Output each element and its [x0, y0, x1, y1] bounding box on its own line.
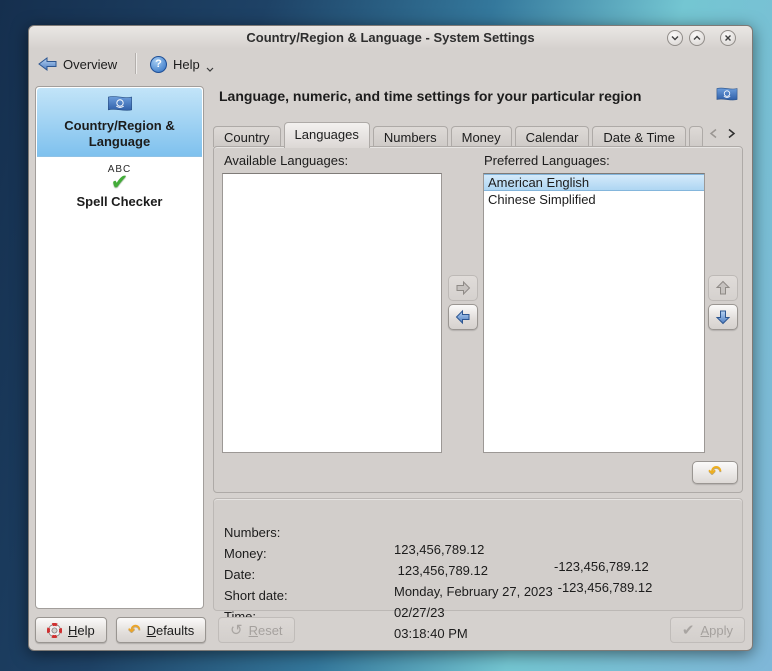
toolbar-separator [135, 53, 137, 74]
example-row: Date: Monday, February 27, 2023 [214, 549, 742, 566]
chevron-left-icon [709, 128, 718, 139]
defaults-button[interactable]: ↶ Defaults [116, 617, 206, 643]
reset-icon: ↺ [230, 623, 243, 638]
overview-label: Overview [63, 57, 117, 72]
close-icon [723, 33, 733, 43]
titlebar[interactable]: Country/Region & Language - System Setti… [29, 26, 752, 49]
check-icon: ✔ [37, 173, 202, 193]
arrow-right-icon [455, 280, 471, 296]
help-icon: ? [150, 56, 167, 73]
chevron-down-icon [206, 67, 214, 72]
tab-money[interactable]: Money [451, 126, 512, 147]
reset-button-label: Reset [249, 623, 283, 638]
tab-country[interactable]: Country [213, 126, 281, 147]
un-flag-icon [716, 86, 738, 103]
undo-icon: ↶ [708, 466, 721, 480]
move-up-button[interactable] [708, 275, 738, 301]
example-row: Money: 123,456,789.12 -123,456,789.12 [214, 528, 742, 545]
reset-button[interactable]: ↺ Reset [218, 617, 295, 643]
sidebar-item-label: Country/Region & Language [37, 116, 202, 150]
help-button-label: Help [68, 623, 95, 638]
spell-checker-icon: ABC ✔ [37, 165, 202, 193]
languages-panel: Available Languages: Preferred Languages… [213, 146, 743, 493]
arrow-left-icon [455, 309, 471, 325]
maximize-button[interactable] [689, 30, 705, 46]
example-value: 03:18:40 PM [394, 625, 468, 642]
remove-language-button[interactable] [448, 304, 478, 330]
list-item[interactable]: Chinese Simplified [484, 191, 704, 208]
back-arrow-icon [38, 57, 57, 71]
undo-icon: ↶ [128, 623, 141, 638]
system-settings-window: Country/Region & Language - System Setti… [28, 25, 753, 651]
tab-calendar[interactable]: Calendar [515, 126, 590, 147]
preferred-languages-list[interactable]: American English Chinese Simplified [483, 173, 705, 453]
sidebar-item-spell-checker[interactable]: ABC ✔ Spell Checker [37, 161, 202, 223]
arrow-down-icon [715, 309, 731, 325]
preferred-languages-label: Preferred Languages: [484, 153, 610, 168]
overview-button[interactable]: Overview [33, 52, 122, 76]
tab-scroll-right-button[interactable] [724, 128, 739, 139]
apply-button[interactable]: ✔ Apply [670, 617, 745, 643]
tab-numbers[interactable]: Numbers [373, 126, 448, 147]
arrow-up-icon [715, 280, 731, 296]
tab-scroll-left-button[interactable] [706, 128, 721, 139]
tab-bar: Country Languages Numbers Money Calendar… [213, 122, 743, 147]
move-down-button[interactable] [708, 304, 738, 330]
examples-panel: Numbers: 123,456,789.12 -123,456,789.12 … [213, 498, 743, 611]
tab-date-time[interactable]: Date & Time [592, 126, 686, 147]
chevron-right-icon [727, 128, 736, 139]
sidebar-item-country-region-language[interactable]: Country/Region & Language [37, 88, 202, 157]
list-item[interactable]: American English [484, 174, 704, 191]
apply-button-label: Apply [700, 623, 733, 638]
check-icon: ✔ [682, 623, 695, 638]
sidebar: Country/Region & Language ABC ✔ Spell Ch… [35, 86, 204, 609]
un-flag-icon [107, 95, 133, 113]
help-label: Help [173, 57, 200, 72]
available-languages-label: Available Languages: [224, 153, 348, 168]
defaults-button-label: Defaults [147, 623, 195, 638]
chevron-down-icon [670, 33, 680, 43]
help-menu-button[interactable]: ? Help [145, 52, 219, 76]
example-row: Time: 03:18:40 PM [214, 591, 742, 608]
help-button[interactable]: Help [35, 617, 107, 643]
example-row: Short date: 02/27/23 [214, 570, 742, 587]
minimize-button[interactable] [667, 30, 683, 46]
add-language-button[interactable] [448, 275, 478, 301]
chevron-up-icon [692, 33, 702, 43]
undo-button[interactable]: ↶ [692, 461, 738, 484]
tab-languages[interactable]: Languages [284, 122, 370, 148]
sidebar-item-label: Spell Checker [37, 193, 202, 210]
close-button[interactable] [720, 30, 736, 46]
example-row: Numbers: 123,456,789.12 -123,456,789.12 [214, 507, 742, 524]
window-title: Country/Region & Language - System Setti… [29, 30, 752, 45]
available-languages-list[interactable] [222, 173, 442, 453]
life-ring-icon [47, 623, 62, 638]
page-title: Language, numeric, and time settings for… [219, 88, 711, 104]
tab-clipped[interactable] [689, 126, 703, 147]
